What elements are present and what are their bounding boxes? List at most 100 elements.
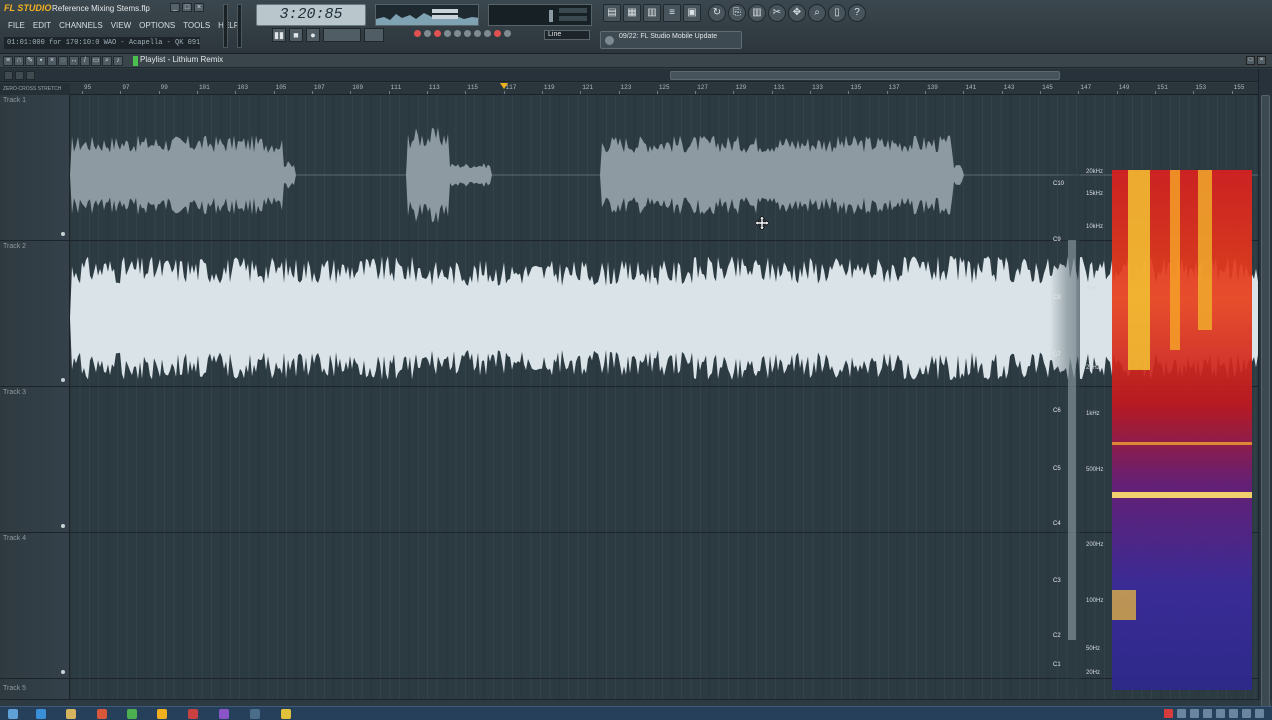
tray-icon[interactable] xyxy=(1229,709,1238,718)
paint-tool-icon[interactable]: ▪ xyxy=(36,56,46,66)
tray-icon[interactable] xyxy=(1164,709,1173,718)
playlist-menu-icon[interactable]: ≡ xyxy=(3,56,13,66)
track-header[interactable]: Track 2 xyxy=(0,241,70,386)
save-icon[interactable]: ▥ xyxy=(748,4,766,22)
app-icon[interactable] xyxy=(219,709,229,719)
menu-channels[interactable]: CHANNELS xyxy=(55,20,107,32)
punch-icon[interactable] xyxy=(504,30,511,37)
ruler-tick-label: 119 xyxy=(543,84,555,91)
slice-tool-icon[interactable]: / xyxy=(80,56,90,66)
start-icon[interactable] xyxy=(8,709,18,719)
slip-tool-icon[interactable]: ↔ xyxy=(69,56,79,66)
close-button[interactable]: × xyxy=(194,3,204,12)
timeline-ruler[interactable]: 95 97 99 101 103 105 107 109 111 113 115 117 119 121 1… xyxy=(70,83,1258,95)
ruler-tick-label: 143 xyxy=(1003,84,1015,91)
ruler-tick-label: 133 xyxy=(812,84,823,91)
explorer-icon[interactable] xyxy=(66,709,76,719)
record-icon[interactable] xyxy=(414,30,421,37)
menu-view[interactable]: VIEW xyxy=(107,20,135,32)
tray-icon[interactable] xyxy=(1177,709,1186,718)
horizontal-scroll-thumb[interactable] xyxy=(670,71,1060,80)
track-header[interactable]: Track 3 xyxy=(0,387,70,532)
track-header[interactable]: Track 5 xyxy=(0,679,70,699)
news-panel[interactable]: 09/22: FL Studio Mobile Update xyxy=(600,31,742,49)
countdown-icon[interactable] xyxy=(474,30,481,37)
track-mute-icon[interactable] xyxy=(61,524,65,528)
refresh-icon[interactable]: ↻ xyxy=(708,4,726,22)
scroll-left-icon[interactable] xyxy=(26,71,35,80)
note-label: C6 xyxy=(1053,408,1061,414)
play-button[interactable]: ▮▮ xyxy=(272,28,286,42)
track-mute-icon[interactable] xyxy=(61,378,65,382)
playlist-maximize-button[interactable]: □ xyxy=(1246,56,1255,65)
piano-roll-icon[interactable]: ▦ xyxy=(623,4,641,22)
mixer-icon[interactable]: ≡ xyxy=(663,4,681,22)
tray-icon[interactable] xyxy=(1203,709,1212,718)
plugin-icon[interactable]: ✥ xyxy=(788,4,806,22)
ruler-tick-label: 107 xyxy=(313,84,325,91)
tray-icon[interactable] xyxy=(1242,709,1251,718)
menu-options[interactable]: OPTIONS xyxy=(135,20,179,32)
browser-icon[interactable]: ▣ xyxy=(683,4,701,22)
track-header[interactable]: Track 4 xyxy=(0,533,70,678)
menu-tools[interactable]: TOOLS xyxy=(179,20,214,32)
loop-icon[interactable] xyxy=(424,30,431,37)
pattern-selector[interactable] xyxy=(364,28,384,42)
magnet-icon[interactable]: ∩ xyxy=(14,56,24,66)
waveform-monitor xyxy=(375,4,479,26)
zoom-tool-icon[interactable]: ⌕ xyxy=(102,56,112,66)
minimize-button[interactable]: _ xyxy=(170,3,180,12)
snap-mode-select[interactable]: Line xyxy=(544,30,590,40)
blend-icon[interactable] xyxy=(444,30,451,37)
vertical-scroll-thumb[interactable] xyxy=(1261,95,1270,720)
typing-icon[interactable] xyxy=(464,30,471,37)
maximize-button[interactable]: □ xyxy=(182,3,192,12)
app-icon[interactable] xyxy=(281,709,291,719)
draw-tool-icon[interactable]: ✎ xyxy=(25,56,35,66)
menu-file[interactable]: FILE xyxy=(4,20,29,32)
track-mute-icon[interactable] xyxy=(61,232,65,236)
playlist-close-button[interactable]: × xyxy=(1257,56,1266,65)
select-tool-icon[interactable]: ▭ xyxy=(91,56,101,66)
delete-tool-icon[interactable]: × xyxy=(47,56,57,66)
overdub-icon[interactable] xyxy=(494,30,501,37)
render-icon[interactable]: ⎘ xyxy=(728,4,746,22)
playlist-icon[interactable]: ▤ xyxy=(603,4,621,22)
step-icon[interactable] xyxy=(454,30,461,37)
app-icon[interactable] xyxy=(188,709,198,719)
wait-icon[interactable] xyxy=(484,30,491,37)
help-icon[interactable]: ? xyxy=(848,4,866,22)
template-icon[interactable]: ▯ xyxy=(828,4,846,22)
track-mute-icon[interactable] xyxy=(61,670,65,674)
tray-icon[interactable] xyxy=(1190,709,1199,718)
playlist-title[interactable]: Playlist - Lithium Remix xyxy=(140,55,223,64)
zoom-out-icon[interactable] xyxy=(4,71,13,80)
track-header[interactable]: Track 1 xyxy=(0,95,70,240)
master-volume-slider[interactable] xyxy=(223,4,228,48)
ie-icon[interactable] xyxy=(36,709,46,719)
song-time-display[interactable]: 3:20:85 xyxy=(256,4,366,26)
fl-studio-window: FL STUDIO Reference Mixing Stems.flp _ □… xyxy=(0,0,1272,720)
firefox-icon[interactable] xyxy=(97,709,107,719)
zoom-in-icon[interactable] xyxy=(15,71,24,80)
mute-tool-icon[interactable]: ◌ xyxy=(58,56,68,66)
search-icon[interactable]: ⌕ xyxy=(808,4,826,22)
cut-icon[interactable]: ✂ xyxy=(768,4,786,22)
app-icon[interactable] xyxy=(250,709,260,719)
menu-edit[interactable]: EDIT xyxy=(29,20,55,32)
vertical-scrollbar[interactable] xyxy=(1258,69,1272,720)
horizontal-scrollbar[interactable] xyxy=(0,69,1272,82)
stop-button[interactable]: ■ xyxy=(289,28,303,42)
metronome-icon[interactable] xyxy=(434,30,441,37)
tray-icon[interactable] xyxy=(1255,709,1264,718)
tempo-display[interactable] xyxy=(323,28,361,42)
fl-studio-task-icon[interactable] xyxy=(157,709,167,719)
step-sequencer-icon[interactable]: ▥ xyxy=(643,4,661,22)
playback-tool-icon[interactable]: ♪ xyxy=(113,56,123,66)
master-pitch-slider[interactable] xyxy=(237,4,242,48)
snap-options[interactable]: ZERO-CROSS STRETCH xyxy=(0,83,70,95)
tray-icon[interactable] xyxy=(1216,709,1225,718)
chrome-icon[interactable] xyxy=(127,709,137,719)
menu-bar: FILE EDIT CHANNELS VIEW OPTIONS TOOLS HE… xyxy=(4,20,243,32)
record-button[interactable]: ● xyxy=(306,28,320,42)
